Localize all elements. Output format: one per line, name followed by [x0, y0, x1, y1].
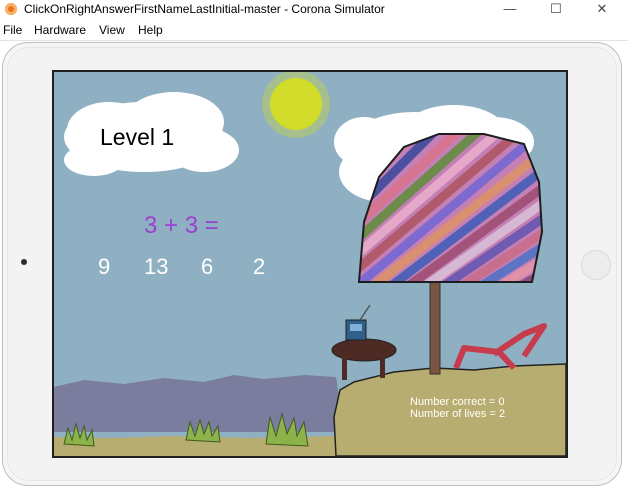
menu-help[interactable]: Help: [138, 23, 163, 37]
tree-trunk: [429, 281, 441, 375]
maximize-icon[interactable]: ☐: [533, 0, 579, 20]
table-leg: [380, 356, 385, 378]
menu-file[interactable]: File: [3, 23, 22, 37]
minimize-icon[interactable]: —: [487, 0, 533, 20]
radio-display: [350, 324, 362, 331]
number-of-lives-label: Number of lives = 2: [410, 408, 506, 420]
answer-option-3[interactable]: 6: [201, 254, 213, 280]
level-label: Level 1: [100, 124, 175, 150]
table-icon: [331, 338, 397, 362]
game-screen: Level 1 3 + 3 = 9 13 6 2 Number correct …: [52, 70, 568, 458]
window-title: ClickOnRightAnswerFirstNameLastInitial-m…: [24, 2, 385, 16]
table-leg: [342, 356, 347, 380]
home-button[interactable]: [581, 250, 611, 280]
menu-view[interactable]: View: [99, 23, 125, 37]
answer-option-4[interactable]: 2: [253, 254, 265, 280]
answer-option-1[interactable]: 9: [98, 254, 110, 280]
camera-icon: [21, 259, 27, 265]
sun-icon: [270, 78, 322, 130]
answer-option-2[interactable]: 13: [144, 254, 168, 280]
close-icon[interactable]: ✕: [579, 0, 625, 20]
title-bar: ClickOnRightAnswerFirstNameLastInitial-m…: [0, 0, 628, 20]
menu-bar: File Hardware View Help: [0, 21, 628, 40]
corona-app-icon: [5, 3, 17, 15]
question-text: 3 + 3 =: [144, 212, 219, 239]
menu-separator: [0, 40, 628, 41]
menu-hardware[interactable]: Hardware: [34, 23, 86, 37]
number-correct-label: Number correct = 0: [410, 396, 505, 408]
